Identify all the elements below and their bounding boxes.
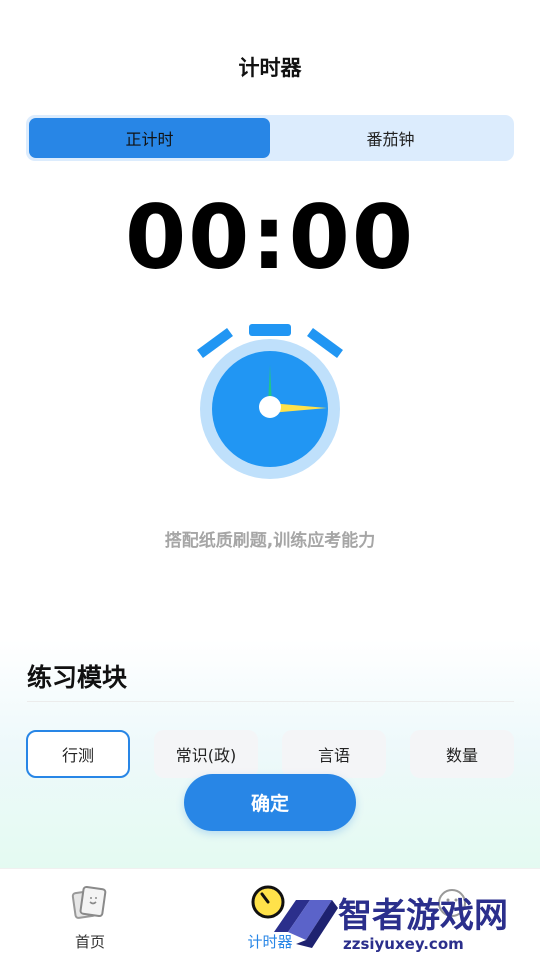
tab-pomodoro[interactable]: 番茄钟 (270, 118, 511, 158)
watermark-brand: 智者游戏网 (338, 896, 508, 936)
watermark: 智者游戏网 zzsiyuxey.com (258, 880, 540, 960)
module-yanyu[interactable]: 言语 (282, 730, 386, 778)
nav-home-label: 首页 (74, 933, 105, 951)
module-list: 行测 常识(政) 言语 数量 (26, 730, 514, 778)
stopwatch-pivot (259, 396, 281, 418)
mode-segmented-control: 正计时 番茄钟 (26, 115, 514, 161)
stopwatch-left-bell (197, 327, 233, 359)
cards-icon (71, 885, 107, 919)
module-shuliang[interactable]: 数量 (410, 730, 514, 778)
timer-display: 00:00 (124, 186, 416, 289)
module-xingce[interactable]: 行测 (26, 730, 130, 778)
page-title: 计时器 (238, 56, 302, 80)
watermark-url: zzsiyuxey.com (343, 935, 464, 953)
practice-section-title: 练习模块 (27, 663, 128, 692)
confirm-button[interactable]: 确定 (184, 774, 356, 831)
stopwatch-right-bell (307, 327, 343, 359)
nav-home[interactable]: 首页 (50, 883, 130, 952)
section-divider (27, 701, 514, 702)
module-changshi[interactable]: 常识(政) (154, 730, 258, 778)
stopwatch-illustration (197, 324, 343, 479)
tab-count-up[interactable]: 正计时 (29, 118, 270, 158)
slogan-text: 搭配纸质刷题,训练应考能力 (164, 531, 376, 551)
stopwatch-crown-icon (249, 324, 291, 336)
watermark-logo-icon (274, 900, 338, 948)
